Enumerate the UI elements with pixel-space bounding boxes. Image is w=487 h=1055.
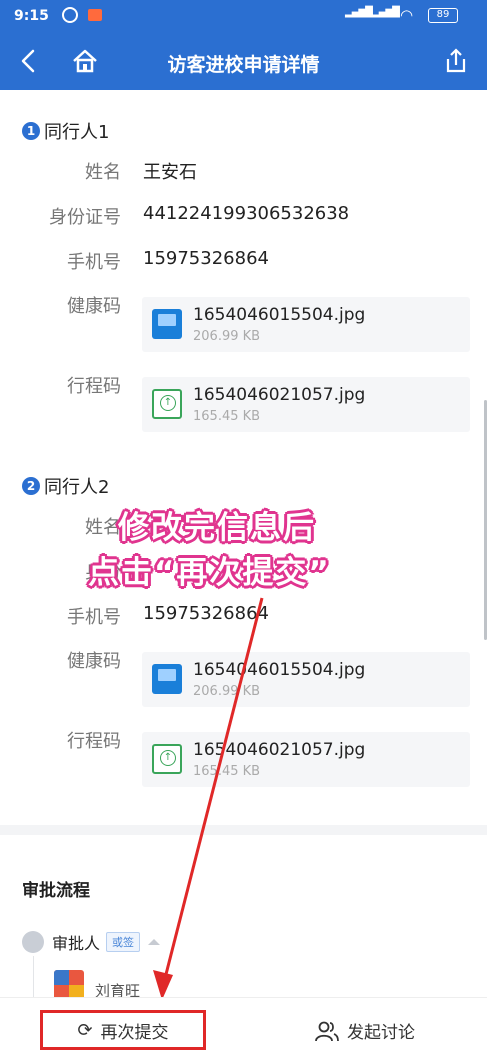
companion-number-badge: 2 xyxy=(22,477,40,495)
people-icon xyxy=(315,1021,339,1041)
trip-code-label: 行程码 xyxy=(67,376,121,397)
alarm-icon xyxy=(62,7,78,23)
id-label: 身份证号 xyxy=(49,207,121,228)
user-avatar-icon xyxy=(22,931,44,953)
companion-title-text: 同行人2 xyxy=(44,477,110,498)
image-file-icon xyxy=(152,744,182,774)
companion-1-title: 1 同行人1 xyxy=(22,118,109,144)
approver-row: 审批人 或签 xyxy=(22,930,161,954)
companion-2-title: 2 同行人2 xyxy=(22,473,109,499)
file-size: 206.99 KB xyxy=(193,329,261,344)
health-code-label: 健康码 xyxy=(67,296,121,317)
phone-label: 手机号 xyxy=(67,607,121,628)
health-code-file[interactable]: 1654046015504.jpg 206.99 KB xyxy=(142,297,470,352)
section-divider xyxy=(0,825,487,835)
name-value: 王安石 xyxy=(143,162,197,183)
avatar xyxy=(54,970,84,997)
annotation-line-1: 修改完信息后 xyxy=(118,510,316,546)
image-file-icon xyxy=(152,664,182,694)
resubmit-button[interactable]: ⟳ 再次提交 xyxy=(40,1010,206,1050)
image-file-icon xyxy=(152,389,182,419)
phone-value: 15975326864 xyxy=(143,248,269,269)
name-label: 姓名 xyxy=(85,162,121,183)
collapse-icon[interactable] xyxy=(148,939,161,945)
trip-code-label: 行程码 xyxy=(67,731,121,752)
share-icon[interactable] xyxy=(442,46,470,76)
health-code-label: 健康码 xyxy=(67,651,121,672)
file-size: 165.45 KB xyxy=(193,409,261,424)
approval-flow-title: 审批流程 xyxy=(22,881,90,901)
health-code-file[interactable]: 1654046015504.jpg 206.99 KB xyxy=(142,652,470,707)
resubmit-label: 再次提交 xyxy=(100,1022,169,1043)
companion-number-badge: 1 xyxy=(22,122,40,140)
signal-icon: ▂▄▆█ xyxy=(372,7,400,18)
file-name: 1654046021057.jpg xyxy=(193,740,366,760)
phone-value: 15975326864 xyxy=(143,603,269,624)
file-name: 1654046015504.jpg xyxy=(193,305,366,325)
app-header: 访客进校申请详情 xyxy=(0,34,487,90)
or-sign-badge: 或签 xyxy=(106,932,141,952)
annotation-line-2: 点击“再次提交” xyxy=(88,555,331,591)
notification-icon xyxy=(88,9,102,21)
approver-name: 刘育旺 xyxy=(95,982,141,997)
wifi-icon: ◠ xyxy=(400,6,414,24)
file-size: 206.99 KB xyxy=(193,684,261,699)
name-label: 姓名 xyxy=(85,517,121,538)
approver-role: 审批人 xyxy=(52,934,101,953)
timeline-line xyxy=(33,956,34,997)
page-title: 访客进校申请详情 xyxy=(167,54,320,76)
signal-icon: ▂▄▆█ xyxy=(345,7,373,18)
start-discussion-button[interactable]: 发起讨论 xyxy=(315,1018,415,1043)
status-time: 9:15 xyxy=(14,8,49,24)
file-name: 1654046015504.jpg xyxy=(193,660,366,680)
battery-icon: 89 xyxy=(428,8,458,23)
image-file-icon xyxy=(152,309,182,339)
companion-title-text: 同行人1 xyxy=(44,122,110,143)
refresh-icon: ⟳ xyxy=(77,1019,93,1041)
status-bar: 9:15 ▂▄▆█ ▂▄▆█ ◠ 89 xyxy=(0,0,487,34)
discuss-label: 发起讨论 xyxy=(347,1023,415,1043)
phone-label: 手机号 xyxy=(67,252,121,273)
trip-code-file[interactable]: 1654046021057.jpg 165.45 KB xyxy=(142,377,470,432)
file-size: 165.45 KB xyxy=(193,764,261,779)
trip-code-file[interactable]: 1654046021057.jpg 165.45 KB xyxy=(142,732,470,787)
id-value: 441224199306532638 xyxy=(143,203,350,224)
bottom-action-bar: ⟳ 再次提交 发起讨论 xyxy=(0,997,487,1055)
file-name: 1654046021057.jpg xyxy=(193,385,366,405)
